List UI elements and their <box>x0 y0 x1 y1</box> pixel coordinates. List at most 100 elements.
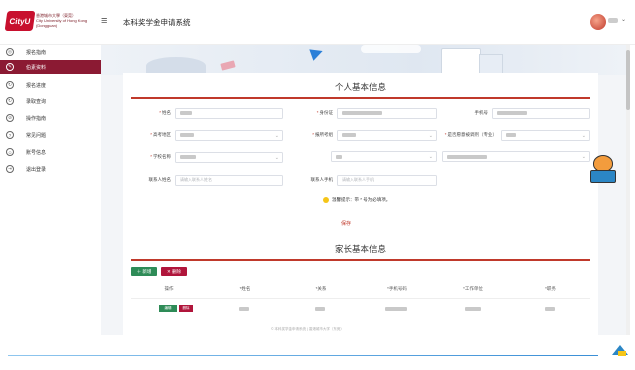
scrollbar[interactable] <box>626 45 630 335</box>
paper-plane-icon <box>309 45 325 61</box>
sidebar-item-label: 常见问题 <box>26 132 47 139</box>
sidebar-item-profile[interactable]: ✎ 伯素资料 <box>0 60 101 74</box>
sidebar-item-account[interactable]: ☺ 账号信息 <box>0 145 101 159</box>
parent-phone <box>385 307 407 311</box>
phone-label: 手机号 <box>474 110 489 115</box>
parent-position <box>545 307 555 311</box>
chevron-down-icon: ⌄ <box>274 154 279 161</box>
preference-label: 是否愿意被调剂（专业） <box>447 132 498 137</box>
card-illustration <box>220 60 236 71</box>
required-tip-text: 温馨提示：带 * 号为必填项。 <box>332 197 391 203</box>
progress-icon: ↻ <box>6 81 14 89</box>
scrollbar-thumb[interactable] <box>626 50 630 110</box>
name-label: 姓名 <box>162 110 171 115</box>
user-name[interactable] <box>608 18 618 23</box>
university-name: 香港城市大學（東莞） City University of Hong Kong … <box>36 13 106 28</box>
lightbulb-icon <box>323 197 329 203</box>
chevron-down-icon[interactable]: ⌄ <box>621 16 626 23</box>
main-content: 个人基本信息 *姓名 *身份证 手机号 *高考地区 ⌄ *报所考组 ⌄ *是否愿… <box>101 45 626 335</box>
sidebar-item-operation-guide[interactable]: ⊘ 操作指南 <box>0 111 101 125</box>
sidebar-item-progress[interactable]: ↻ 报名进度 <box>0 78 101 92</box>
exam-region-select[interactable]: ⌄ <box>175 129 283 141</box>
chevron-down-icon: ⌄ <box>428 154 433 160</box>
phone-input[interactable] <box>492 107 590 119</box>
compass-icon: ◎ <box>6 48 14 56</box>
cloud-shape <box>361 45 421 53</box>
sidebar-item-label: 账号信息 <box>26 149 47 156</box>
exam-subject-field: *报所考组 ⌄ <box>293 129 443 141</box>
section-divider <box>131 97 590 99</box>
school-select-2[interactable]: ⌄ <box>331 151 437 162</box>
chevron-down-icon: ⌄ <box>581 132 586 139</box>
sidebar-item-faq[interactable]: ? 常见问题 <box>0 128 101 142</box>
brand-logo-accent <box>618 351 626 356</box>
sidebar-item-label: 退出登录 <box>26 166 47 173</box>
contact-phone-input[interactable]: 请输入联系人手机 <box>337 174 437 186</box>
contact-name-input[interactable]: 请输入联系人姓名 <box>175 174 283 186</box>
contact-name-field: 联系人姓名 请输入联系人姓名 <box>131 174 283 186</box>
user-icon: ☺ <box>6 148 14 156</box>
exam-subject-select[interactable]: ⌄ <box>337 129 437 141</box>
university-logo[interactable]: CityU <box>4 11 36 31</box>
parent-relation <box>315 307 325 311</box>
delete-parent-button[interactable]: ✕ 删除 <box>161 267 187 276</box>
column-header: *关系 <box>315 286 327 291</box>
parent-name <box>239 307 249 311</box>
name-input[interactable] <box>175 107 283 119</box>
search-icon: ↻ <box>6 97 14 105</box>
preference-select[interactable]: ⌄ <box>501 129 590 141</box>
chevron-down-icon: ⌄ <box>581 154 586 160</box>
edit-icon: ✎ <box>6 63 14 71</box>
guide-icon: ⊘ <box>6 114 14 122</box>
top-bar: CityU 香港城市大學（東莞） City University of Hong… <box>0 0 635 45</box>
sidebar-item-guide[interactable]: ◎ 报名指南 <box>0 45 101 59</box>
chevron-down-icon: ⌄ <box>274 132 279 139</box>
column-header: *职务 <box>545 286 556 291</box>
sidebar-item-admission[interactable]: ↻ 录取查询 <box>0 94 101 108</box>
column-header: *手机号码 <box>387 286 407 291</box>
edit-row-button[interactable]: 编辑 <box>159 305 177 312</box>
required-tip: 温馨提示：带 * 号为必填项。 <box>323 197 390 203</box>
logout-icon: ⇥ <box>6 165 14 173</box>
book-icon <box>590 170 616 183</box>
exam-subject-label: 报所考组 <box>315 132 333 137</box>
banner-illustration <box>101 45 626 75</box>
column-header: 操作 <box>164 286 174 291</box>
sidebar-item-label: 操作指南 <box>26 115 47 122</box>
question-icon: ? <box>6 131 14 139</box>
school-select-3[interactable]: ⌄ <box>442 151 590 162</box>
preference-field: *是否愿意被调剂（专业） ⌄ <box>441 129 598 141</box>
university-name-en: City University of Hong Kong (Dongguan) <box>36 18 88 28</box>
sidebar-item-label: 录取查询 <box>26 98 47 105</box>
add-parent-button[interactable]: ＋ 新增 <box>131 267 157 276</box>
contact-name-label: 联系人姓名 <box>148 177 172 182</box>
phone-field: 手机号 <box>448 107 598 119</box>
tiger-mascot-icon[interactable] <box>590 155 616 185</box>
bottom-divider <box>8 355 598 356</box>
document-illustration <box>441 48 481 75</box>
system-title: 本科奖学金申请系统 <box>123 18 191 27</box>
id-field: *身份证 <box>293 107 443 119</box>
id-label: 身份证 <box>319 110 334 115</box>
delete-row-button[interactable]: 删除 <box>179 305 193 312</box>
column-header: *姓名 <box>239 286 251 291</box>
footer-note: © 本科奖学金申请系统 | 香港城市大学（东莞） <box>271 327 344 331</box>
sidebar-item-logout[interactable]: ⇥ 退出登录 <box>0 162 101 176</box>
sidebar-item-label: 伯素资料 <box>26 64 47 71</box>
family-section-title: 家长基本信息 <box>334 244 386 254</box>
contact-phone-field: 联系人手机 请输入联系人手机 <box>293 174 443 186</box>
id-input[interactable] <box>337 107 437 119</box>
table-header: 操作 *姓名 *关系 *手机号码 *工作单位 *职务 <box>131 279 590 299</box>
document-illustration-2 <box>479 54 503 75</box>
user-avatar[interactable] <box>590 14 606 30</box>
parent-employer <box>465 307 481 311</box>
sidebar: ◎ 报名指南 ✎ 伯素资料 ↻ 报名进度 ↻ 录取查询 ⊘ 操作指南 ? 常见问… <box>0 45 101 335</box>
exam-region-label: 高考地区 <box>153 132 171 137</box>
form-card: 个人基本信息 *姓名 *身份证 手机号 *高考地区 ⌄ *报所考组 ⌄ *是否愿… <box>123 73 598 335</box>
save-button[interactable]: 保存 <box>341 220 351 227</box>
school-label: 学校名称 <box>153 154 171 159</box>
sidebar-item-label: 报名进度 <box>26 82 47 89</box>
school-select-1[interactable]: ⌄ <box>175 151 283 163</box>
contact-phone-label: 联系人手机 <box>310 177 334 182</box>
menu-toggle-icon[interactable]: ≡ <box>101 15 107 27</box>
